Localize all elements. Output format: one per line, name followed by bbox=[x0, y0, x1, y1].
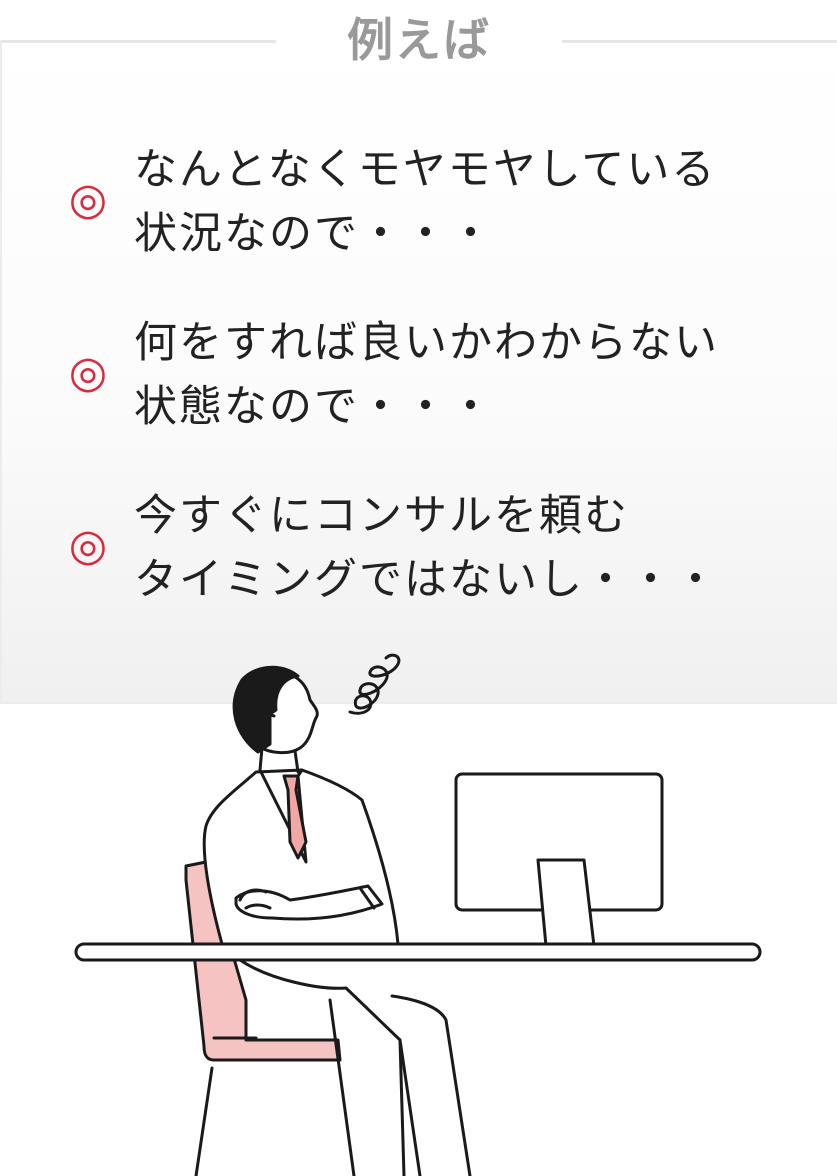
double-circle-icon: ◎ bbox=[68, 520, 108, 571]
computer-monitor bbox=[454, 772, 664, 948]
double-circle-icon: ◎ bbox=[68, 174, 108, 225]
example-item-1-line-1: なんとなくモヤモヤしている bbox=[134, 145, 717, 195]
person bbox=[202, 665, 472, 1176]
example-item-1-line-2: 状況なので・・・ bbox=[134, 209, 494, 259]
panel-heading: 例えば bbox=[276, 8, 562, 72]
example-item-2: ◎ 何をすれば良いかわからない 状態なので・・・ bbox=[0, 313, 837, 443]
example-item-1: ◎ なんとなくモヤモヤしている 状況なので・・・ bbox=[0, 140, 837, 270]
double-circle-icon: ◎ bbox=[68, 347, 108, 398]
example-item-2-line-2: 状態なので・・・ bbox=[134, 382, 494, 432]
example-item-2-line-1: 何をすれば良いかわからない bbox=[134, 318, 719, 368]
example-item-3: ◎ 今すぐにコンサルを頼む タイミングではないし・・・ bbox=[0, 486, 837, 616]
thinking-businessman-illustration bbox=[74, 653, 762, 1176]
desk bbox=[74, 942, 762, 962]
thought-swirl-icon bbox=[348, 653, 401, 715]
example-item-3-line-1: 今すぐにコンサルを頼む bbox=[134, 491, 629, 541]
